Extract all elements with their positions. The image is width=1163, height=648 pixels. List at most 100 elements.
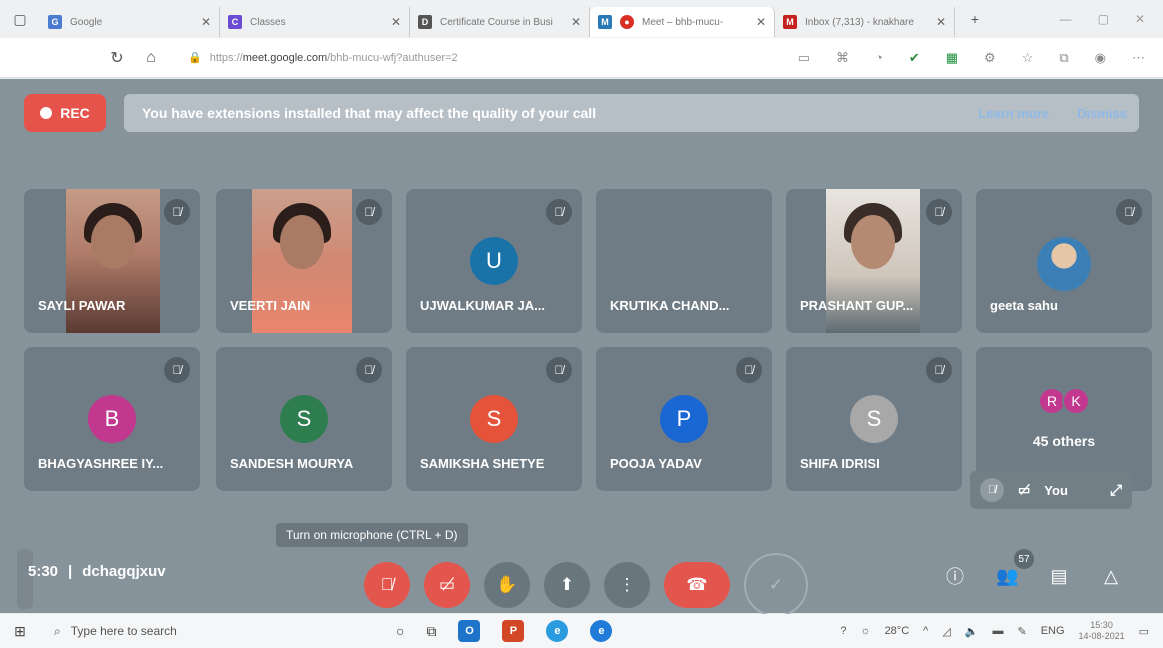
close-icon[interactable]: ✕ bbox=[201, 15, 211, 29]
participant-tile[interactable]: P 🎙̸ POOJA YADAV bbox=[596, 347, 772, 491]
tab-google[interactable]: G Google ✕ bbox=[40, 7, 220, 37]
close-icon[interactable]: ✕ bbox=[936, 15, 946, 29]
language-indicator[interactable]: ENG bbox=[1041, 625, 1065, 637]
participant-tile[interactable]: 🎙̸ SAYLI PAWAR bbox=[24, 189, 200, 333]
clock[interactable]: 15:30 14-08-2021 bbox=[1079, 620, 1125, 642]
mic-off-icon: 🎙̸ bbox=[164, 357, 190, 383]
mic-off-icon: 🎙̸ bbox=[736, 357, 762, 383]
participant-tile[interactable]: 🎙̸ VEERTI JAIN bbox=[216, 189, 392, 333]
favorites-icon[interactable]: ☆ bbox=[1022, 50, 1034, 66]
task-view-icon[interactable]: ⧉ bbox=[426, 623, 436, 640]
cortana-icon[interactable]: ○ bbox=[396, 623, 404, 639]
participant-tile[interactable]: U 🎙̸ UJWALKUMAR JA... bbox=[406, 189, 582, 333]
tab-label: Classes bbox=[250, 16, 286, 28]
outlook-icon[interactable]: O bbox=[458, 620, 481, 642]
gear-icon[interactable]: ⚙ bbox=[984, 50, 996, 66]
participant-tile[interactable]: KRUTIKA CHAND... bbox=[596, 189, 772, 333]
new-tab-button[interactable]: + bbox=[955, 0, 995, 38]
participant-tile[interactable]: 🎙̸ PRASHANT GUP... bbox=[786, 189, 962, 333]
participant-tile[interactable]: 🎙̸ geeta sahu bbox=[976, 189, 1152, 333]
home-icon[interactable]: ⌂ bbox=[134, 49, 168, 67]
info-icon[interactable]: ⓘ bbox=[944, 563, 966, 589]
url-prefix: https:// bbox=[209, 51, 243, 64]
avatar: S bbox=[850, 395, 898, 443]
participant-tile[interactable]: B 🎙̸ BHAGYASHREE IY... bbox=[24, 347, 200, 491]
mic-tooltip: Turn on microphone (CTRL + D) bbox=[276, 523, 468, 547]
camera-toggle-button[interactable]: ▭̸ bbox=[424, 562, 470, 608]
others-tile[interactable]: RK 45 others bbox=[976, 347, 1152, 491]
extension-action-button[interactable]: ✓ bbox=[744, 553, 808, 617]
self-label: You bbox=[1044, 482, 1068, 498]
network-icon[interactable]: ◿ bbox=[942, 625, 950, 638]
rec-indicator: REC bbox=[24, 94, 106, 132]
learn-more-link[interactable]: Learn more bbox=[978, 106, 1049, 121]
windows-start-icon[interactable]: ⊞ bbox=[0, 623, 40, 640]
participant-tile[interactable]: S 🎙̸ SHIFA IDRISI bbox=[786, 347, 962, 491]
activities-icon[interactable]: △ bbox=[1100, 566, 1122, 587]
minimize-icon[interactable]: — bbox=[1060, 12, 1072, 26]
tab-certificate[interactable]: D Certificate Course in Busi ✕ bbox=[410, 7, 590, 37]
taskbar-search[interactable]: ⌕ Type here to search bbox=[40, 617, 360, 645]
tab-inbox[interactable]: M Inbox (7,313) - knakhare ✕ bbox=[775, 7, 955, 37]
tab-actions-icon[interactable]: ▢ bbox=[0, 0, 40, 38]
participant-tile[interactable]: S 🎙̸ SAMIKSHA SHETYE bbox=[406, 347, 582, 491]
chat-icon[interactable]: ▤ bbox=[1048, 566, 1070, 587]
participant-name: KRUTIKA CHAND... bbox=[610, 298, 730, 313]
tab-meet[interactable]: M ● Meet – bhb-mucu- ✕ bbox=[590, 7, 775, 37]
edge-icon[interactable]: e bbox=[590, 620, 613, 642]
mic-off-icon: 🎙̸ bbox=[1116, 199, 1142, 225]
url-field[interactable]: 🔒 https://meet.google.com/bhb-mucu-wfj?a… bbox=[188, 51, 458, 65]
dismiss-button[interactable]: Dismiss bbox=[1077, 106, 1127, 121]
close-icon[interactable]: ✕ bbox=[571, 15, 581, 29]
camera-icon[interactable]: ▭ bbox=[798, 50, 810, 66]
profile-icon[interactable]: ◉ bbox=[1095, 50, 1106, 66]
raise-hand-button[interactable]: ✋ bbox=[484, 562, 530, 608]
participant-name: PRASHANT GUP... bbox=[800, 298, 914, 313]
extension-icon[interactable]: ◔ bbox=[875, 50, 883, 66]
help-icon[interactable]: ? bbox=[840, 625, 846, 637]
windows-taskbar: ⊞ ⌕ Type here to search ○ ⧉ O P e e ? ☼ … bbox=[0, 614, 1163, 648]
more-options-button[interactable]: ⋮ bbox=[604, 562, 650, 608]
battery-icon[interactable]: ▬ bbox=[992, 625, 1003, 637]
grid-icon[interactable]: ⌘ bbox=[836, 50, 849, 66]
participant-name: SAYLI PAWAR bbox=[38, 298, 126, 313]
notification-icon[interactable]: ▭ bbox=[1139, 625, 1149, 638]
clock-time: 15:30 bbox=[1090, 620, 1113, 630]
check-icon[interactable]: ✔ bbox=[909, 50, 920, 66]
sheets-icon[interactable]: ▦ bbox=[946, 50, 958, 66]
camera-off-icon: ▭̸ bbox=[438, 575, 456, 594]
close-icon[interactable]: ✕ bbox=[391, 15, 401, 29]
temperature[interactable]: 28°C bbox=[885, 625, 910, 637]
window-controls: — ▢ ✕ bbox=[1060, 12, 1163, 26]
more-icon[interactable]: ⋯ bbox=[1132, 50, 1145, 66]
participant-name: SANDESH MOURYA bbox=[230, 456, 354, 471]
camera-off-icon[interactable]: ▭̸ bbox=[1018, 482, 1030, 498]
microphone-toggle-button[interactable]: 🎙̸ bbox=[364, 562, 410, 608]
present-button[interactable]: ⬆ bbox=[544, 562, 590, 608]
expand-icon[interactable]: ⤢ bbox=[1110, 482, 1122, 499]
self-view[interactable]: 🎙̸ ▭̸ You ⤢ bbox=[970, 471, 1132, 509]
leave-call-button[interactable]: ☎ bbox=[664, 562, 730, 608]
chevron-up-icon[interactable]: ^ bbox=[923, 625, 928, 637]
lock-icon: 🔒 bbox=[188, 52, 202, 64]
meet-control-bar: 5:30 | dchagqjxuv 🎙̸ ▭̸ ✋ ⬆ ⋮ ☎ ✓ ⓘ 👥 57… bbox=[0, 549, 1163, 617]
close-window-icon[interactable]: ✕ bbox=[1135, 12, 1145, 26]
collections-icon[interactable]: ⧉ bbox=[1059, 50, 1068, 66]
people-icon[interactable]: 👥 bbox=[996, 566, 1018, 587]
mic-off-icon[interactable]: 🎙̸ bbox=[980, 478, 1004, 502]
pinned-apps: ○ ⧉ O P e e bbox=[396, 620, 613, 642]
close-icon[interactable]: ✕ bbox=[756, 15, 766, 29]
record-icon bbox=[40, 107, 53, 119]
maximize-icon[interactable]: ▢ bbox=[1098, 12, 1109, 26]
tab-classes[interactable]: C Classes ✕ bbox=[220, 7, 410, 37]
hand-icon: ✋ bbox=[496, 575, 518, 594]
refresh-icon[interactable]: ↻ bbox=[100, 48, 134, 68]
powerpoint-icon[interactable]: P bbox=[502, 620, 525, 642]
ie-icon[interactable]: e bbox=[546, 620, 569, 642]
volume-icon[interactable]: 🔈 bbox=[965, 625, 979, 638]
participant-tile[interactable]: S 🎙̸ SANDESH MOURYA bbox=[216, 347, 392, 491]
search-placeholder: Type here to search bbox=[70, 624, 177, 638]
mic-off-icon: 🎙̸ bbox=[926, 357, 952, 383]
pen-icon[interactable]: ✎ bbox=[1017, 625, 1026, 638]
classes-icon: C bbox=[228, 15, 242, 29]
